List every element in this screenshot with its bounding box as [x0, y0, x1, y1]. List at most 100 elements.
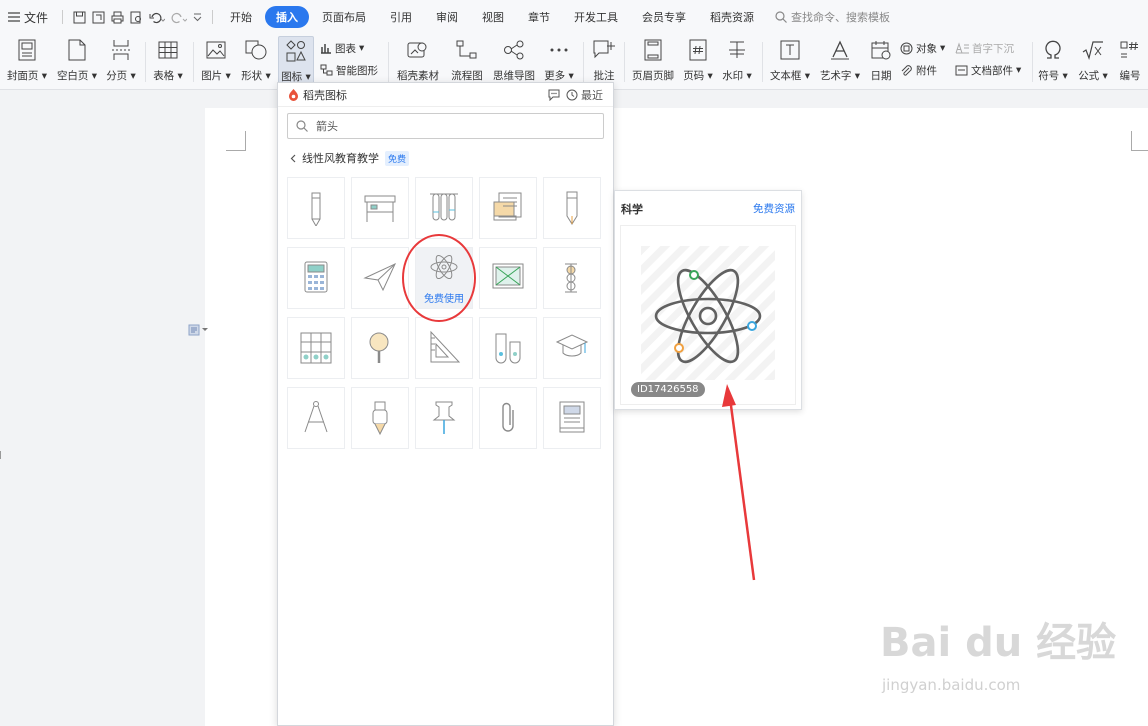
tab-6[interactable]: 章节	[517, 6, 561, 28]
recent-button[interactable]: 最近	[566, 87, 603, 103]
mindmap-button[interactable]: 思维导图	[491, 36, 537, 88]
tab-1[interactable]: 插入	[265, 6, 310, 28]
flowchart-icon	[456, 36, 478, 64]
numbering-button[interactable]: 编号	[1114, 36, 1146, 88]
baidu-jingyan-watermark: Bai du 经验	[880, 620, 1117, 666]
feedback-icon[interactable]	[548, 89, 560, 101]
icon-tile[interactable]	[479, 247, 537, 309]
pen-icon	[566, 191, 578, 225]
attachment-button[interactable]: 附件	[900, 60, 937, 80]
formula-button[interactable]: 公式 ▾	[1076, 36, 1110, 88]
tab-7[interactable]: 开发工具	[563, 6, 629, 28]
icon-tile[interactable]	[351, 247, 409, 309]
calendar-icon	[871, 36, 891, 64]
daoke-material-button[interactable]: 稻壳素材	[394, 36, 442, 88]
icon-tile[interactable]	[543, 317, 601, 379]
blank-page-button[interactable]: 空白页 ▾	[55, 36, 99, 88]
paragraph-layout-icon[interactable]	[188, 324, 208, 336]
mindmap-label: 思维导图	[493, 70, 535, 82]
daoke-logo-icon	[288, 88, 299, 101]
header-footer-button[interactable]: 页眉页脚	[630, 36, 676, 88]
icon-library-panel: 稻壳图标 最近 线性风教育教学 免费 免费使用	[277, 82, 614, 726]
wordart-button[interactable]: 艺术字 ▾	[818, 36, 862, 88]
flowchart-button[interactable]: 流程图	[449, 36, 485, 88]
table-button[interactable]: 表格 ▾	[152, 36, 184, 88]
icon-tile[interactable]	[351, 387, 409, 449]
tab-5[interactable]: 视图	[471, 6, 515, 28]
file-menu[interactable]: 文件	[0, 0, 56, 34]
icon-tile[interactable]	[479, 387, 537, 449]
tab-2[interactable]: 页面布局	[311, 6, 377, 28]
daoke-material-label: 稻壳素材	[397, 70, 439, 82]
tab-4[interactable]: 审阅	[425, 6, 469, 28]
cover-page-button[interactable]: 封面页 ▾	[6, 36, 48, 88]
icon-tile[interactable]	[415, 387, 473, 449]
more-button[interactable]: 更多 ▾	[542, 36, 576, 88]
icon-tile[interactable]	[543, 177, 601, 239]
smartart-button[interactable]: 智能图形	[320, 60, 378, 80]
drop-cap-label: 首字下沉	[972, 42, 1014, 55]
drop-cap-button[interactable]: 首字下沉	[955, 38, 1014, 58]
chart-button[interactable]: 图表 ▾	[320, 38, 364, 58]
icon-tile[interactable]	[351, 317, 409, 379]
watermark-icon	[727, 36, 747, 64]
doc-parts-button[interactable]: 文档部件 ▾	[955, 60, 1021, 80]
export-pdf-icon[interactable]	[92, 11, 105, 24]
icon-tile[interactable]	[287, 247, 345, 309]
icon-button[interactable]: 图标 ▾	[278, 36, 314, 88]
icon-tile[interactable]	[415, 317, 473, 379]
save-icon[interactable]	[73, 11, 86, 24]
tab-8[interactable]: 会员专享	[631, 6, 697, 28]
picture-button[interactable]: 图片 ▾	[200, 36, 232, 88]
icon-search-input[interactable]	[316, 119, 596, 133]
tab-3[interactable]: 引用	[379, 6, 423, 28]
watermark-url: jingyan.baidu.com	[882, 676, 1021, 694]
object-button[interactable]: 对象 ▾	[900, 38, 945, 58]
menu-bar: 文件 开始 插入 页面布局 引用 审阅 视图 章节 开发工具 会员专享 稻壳资源 查找命令、搜索模…	[0, 0, 1148, 34]
symbol-label: 符号	[1038, 70, 1060, 82]
icon-library-icon	[285, 37, 307, 65]
symbol-button[interactable]: 符号 ▾	[1036, 36, 1070, 88]
breadcrumb[interactable]: 线性风教育教学 免费	[290, 150, 410, 166]
header-footer-icon	[644, 36, 662, 64]
icon-search-box[interactable]	[287, 113, 604, 139]
icon-tile[interactable]	[351, 177, 409, 239]
page-margin-corner	[226, 131, 246, 151]
icon-tile[interactable]	[479, 317, 537, 379]
tab-9[interactable]: 稻壳资源	[699, 6, 765, 28]
comment-button[interactable]: 批注	[590, 36, 618, 88]
icon-tile[interactable]	[415, 177, 473, 239]
panel-header: 稻壳图标 最近	[278, 83, 613, 107]
watermark-button[interactable]: 水印 ▾	[720, 36, 754, 88]
icon-tile[interactable]	[287, 317, 345, 379]
customize-toolbar-icon[interactable]	[193, 12, 202, 22]
icon-tile[interactable]	[287, 387, 345, 449]
page-number-button[interactable]: 页码 ▾	[682, 36, 714, 88]
icon-id-badge: ID17426558	[631, 382, 705, 397]
icon-tile[interactable]	[543, 387, 601, 449]
chalkboard-icon	[492, 263, 524, 289]
icon-tile[interactable]	[287, 177, 345, 239]
blank-page-label: 空白页	[56, 70, 89, 82]
date-button[interactable]: 日期	[866, 36, 896, 88]
icon-tile[interactable]	[479, 177, 537, 239]
undo-icon[interactable]	[149, 11, 166, 24]
shape-button[interactable]: 形状 ▾	[240, 36, 272, 88]
quick-access-toolbar	[69, 11, 206, 24]
chevron-left-icon[interactable]	[290, 154, 296, 163]
free-resource-link[interactable]: 免费资源	[753, 201, 795, 216]
redo-icon[interactable]	[171, 11, 188, 24]
command-search[interactable]: 查找命令、搜索模板	[775, 9, 890, 25]
marker-icon	[372, 401, 388, 436]
tab-0[interactable]: 开始	[219, 6, 263, 28]
page-break-button[interactable]: 分页 ▾	[105, 36, 137, 88]
icon-tile[interactable]	[543, 247, 601, 309]
file-menu-label: 文件	[24, 10, 49, 25]
daoke-material-icon	[407, 36, 429, 64]
shape-label: 形状	[241, 70, 263, 82]
shape-icon	[245, 36, 267, 64]
print-icon[interactable]	[111, 11, 124, 24]
textbox-button[interactable]: 文本框 ▾	[769, 36, 811, 88]
print-preview-icon[interactable]	[130, 11, 143, 24]
paperclip-icon	[502, 402, 514, 432]
